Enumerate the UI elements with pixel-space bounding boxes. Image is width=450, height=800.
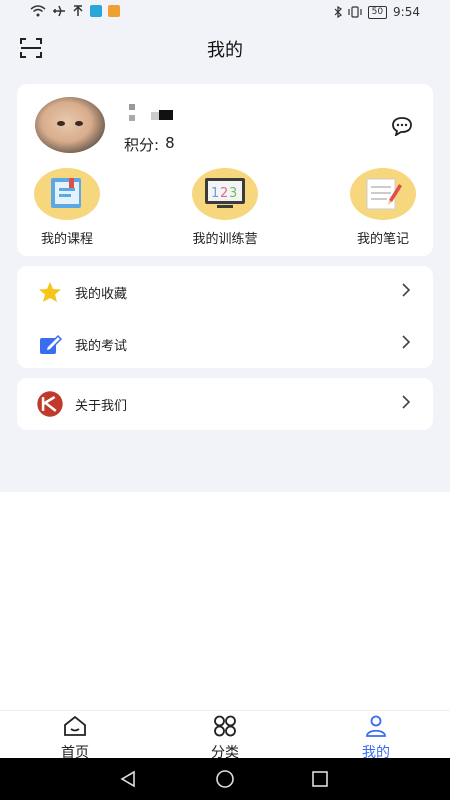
entry-label: 我的笔记 [356, 232, 409, 247]
score-value: 8 [165, 134, 175, 152]
score-label: 积分: [124, 136, 160, 154]
courses-icon-bg [34, 168, 100, 220]
menu-item-label: 关于我们 [75, 399, 128, 414]
wifi-icon [30, 5, 46, 17]
tab-category[interactable]: 分类 [175, 715, 275, 762]
home-icon [64, 715, 86, 736]
avatar[interactable] [35, 97, 105, 153]
entry-label: 我的课程 [40, 232, 93, 247]
battery-indicator: 50 [367, 5, 388, 19]
tab-home[interactable]: 首页 [25, 715, 125, 762]
menu-card: 我的收藏 我的考试 [17, 266, 433, 368]
status-left [30, 5, 120, 17]
menu-item-favorites[interactable]: 我的收藏 [17, 266, 433, 316]
score-row: 积分: 8 [124, 134, 175, 155]
svg-text:3: 3 [229, 186, 237, 201]
tab-mine[interactable]: 我的 [326, 715, 426, 762]
entry-my-courses[interactable]: 我的课程 [17, 168, 117, 247]
app-notification-icon [90, 5, 102, 17]
notepad-icon [366, 178, 402, 210]
entry-my-notes[interactable]: 我的笔记 [333, 168, 433, 247]
chevron-right-icon [402, 335, 411, 349]
status-right: 50 9:54 [334, 5, 420, 19]
about-card: 关于我们 [17, 378, 433, 430]
vibrate-icon [347, 6, 362, 18]
menu-item-label: 我的考试 [75, 339, 128, 354]
chevron-right-icon [402, 283, 411, 297]
bluetooth-icon [334, 6, 342, 18]
nickname-redacted [129, 104, 179, 124]
book-icon [51, 178, 81, 208]
page-title: 我的 [207, 40, 243, 61]
avatar-eye [57, 121, 65, 126]
upload-icon [73, 5, 83, 16]
status-time: 9:54 [393, 5, 420, 19]
user-icon [366, 715, 386, 737]
menu-item-exams[interactable]: 我的考试 [17, 318, 433, 368]
profile-card: 积分: 8 我的课程 1 2 3 我的训练营 我的笔记 [17, 84, 433, 256]
chevron-right-icon [402, 395, 411, 409]
exam-edit-icon [40, 334, 63, 354]
tab-bar: 首页 分类 我的 [0, 710, 450, 762]
back-icon[interactable] [118, 769, 138, 789]
airplane-icon [53, 5, 65, 17]
header: 我的 [0, 30, 450, 66]
avatar-eye [75, 121, 83, 126]
star-icon [39, 282, 61, 302]
game-notification-icon [108, 5, 120, 17]
svg-text:1: 1 [211, 186, 219, 201]
entry-label: 我的训练营 [192, 232, 258, 247]
about-logo-icon [37, 391, 63, 417]
menu-item-about[interactable]: 关于我们 [17, 378, 433, 428]
message-icon[interactable] [391, 116, 413, 136]
entry-my-camp[interactable]: 1 2 3 我的训练营 [175, 168, 275, 247]
status-bar: 50 9:54 [0, 0, 450, 26]
category-icon [214, 715, 236, 737]
quick-entries: 我的课程 1 2 3 我的训练营 我的笔记 [17, 168, 433, 248]
menu-item-label: 我的收藏 [75, 287, 128, 302]
home-nav-icon[interactable] [215, 769, 235, 789]
blackboard-icon: 1 2 3 [205, 178, 245, 208]
camp-icon-bg: 1 2 3 [192, 168, 258, 220]
system-nav-bar [0, 758, 450, 800]
svg-text:2: 2 [220, 186, 228, 201]
notes-icon-bg [350, 168, 416, 220]
recents-icon[interactable] [310, 769, 330, 789]
